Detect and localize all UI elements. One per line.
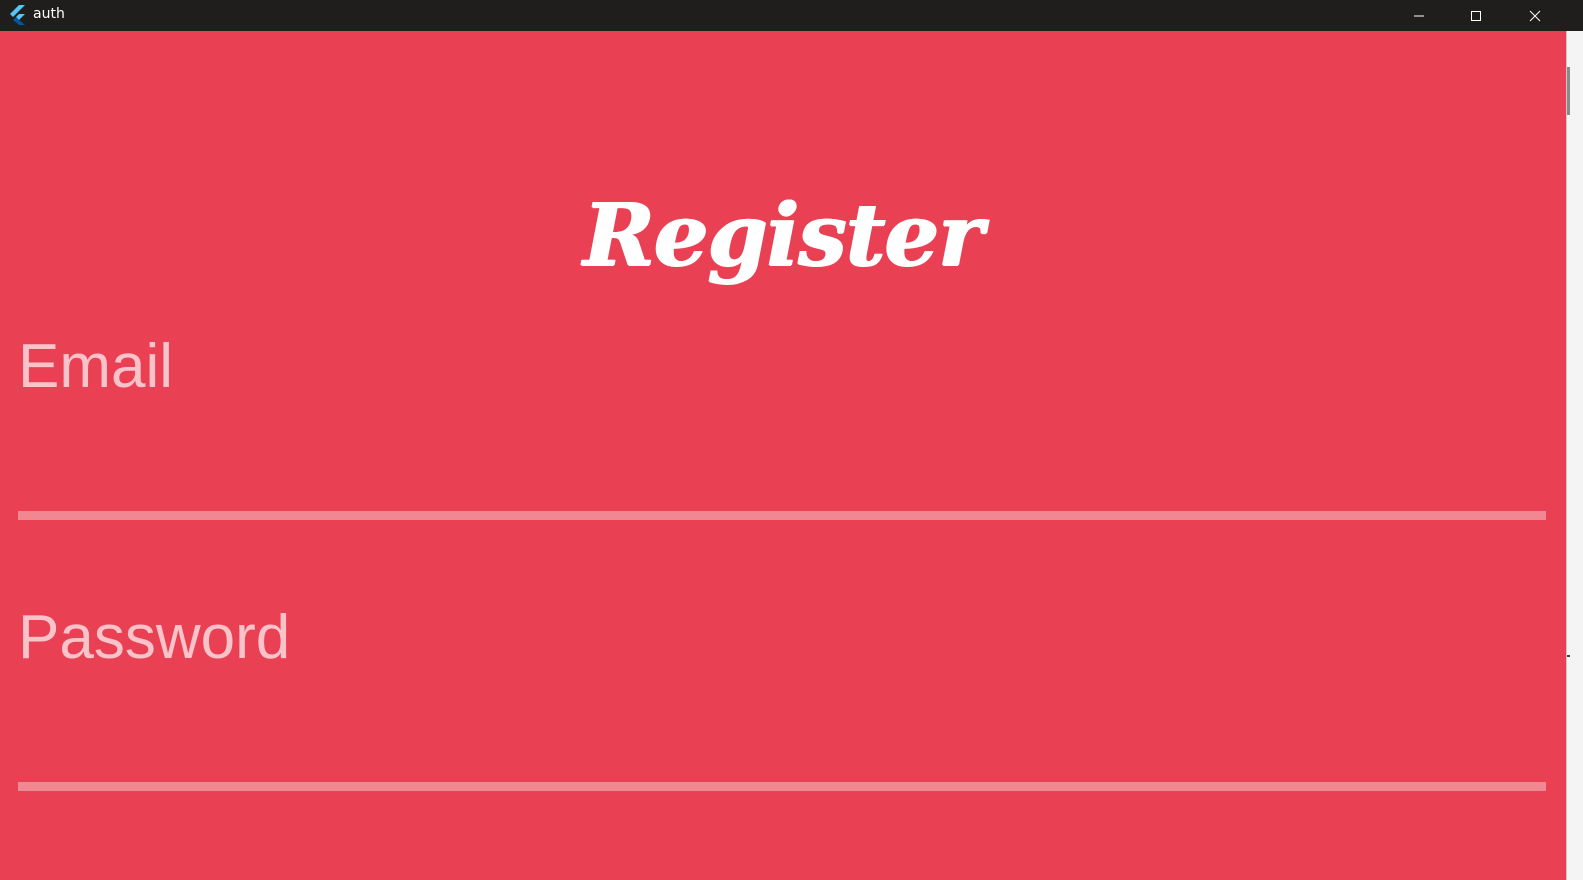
edge-scroll-marker: [1567, 67, 1570, 115]
minimize-icon: [1413, 10, 1425, 22]
edge-mark: [1567, 655, 1570, 657]
password-underline: [18, 782, 1546, 791]
title-bar[interactable]: auth: [0, 0, 1583, 31]
email-field: Email: [18, 331, 1546, 521]
password-field: Password: [18, 602, 1546, 792]
password-input[interactable]: [18, 682, 1546, 782]
app-window: auth Register Email Password: [0, 0, 1583, 880]
window-title: auth: [33, 6, 65, 22]
password-label: Password: [18, 603, 291, 672]
email-input[interactable]: [18, 411, 1546, 511]
register-screen: Register Email Password: [0, 31, 1566, 880]
email-label: Email: [18, 332, 174, 401]
flutter-logo-icon: [8, 5, 26, 25]
maximize-icon: [1470, 10, 1482, 22]
close-button[interactable]: [1512, 0, 1558, 31]
background-window-edge: [1566, 31, 1583, 880]
minimize-button[interactable]: [1396, 0, 1442, 31]
maximize-button[interactable]: [1453, 0, 1499, 31]
close-icon: [1529, 10, 1541, 22]
email-underline: [18, 511, 1546, 520]
page-title: Register: [583, 185, 983, 286]
